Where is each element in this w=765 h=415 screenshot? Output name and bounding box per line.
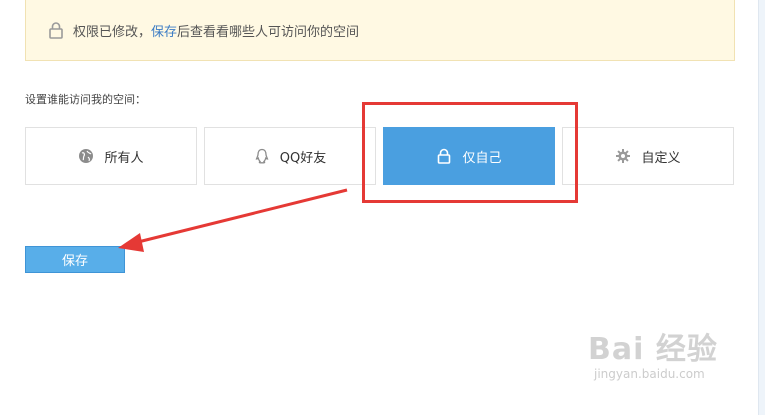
save-button[interactable]: 保存: [25, 246, 125, 273]
option-label: 所有人: [104, 150, 144, 166]
qq-penguin-icon: [255, 148, 269, 164]
option-label: 自定义: [641, 150, 681, 166]
notice-prefix: 权限已修改，: [73, 24, 152, 40]
option-label: QQ好友: [279, 150, 327, 166]
gear-icon: [616, 149, 631, 163]
lock-icon: [438, 148, 451, 164]
option-everyone[interactable]: 所有人: [25, 127, 197, 185]
section-label: 设置谁能访问我的空间：: [25, 93, 146, 106]
notice-save-link[interactable]: 保存: [151, 21, 177, 40]
notice-banner: 权限已修改， 保存 后查看看哪些人可访问你的空间: [25, 0, 735, 61]
baidu-jingyan-watermark: Bai 经验 jingyan.baidu.com: [588, 333, 738, 403]
option-qq-friends[interactable]: QQ好友: [204, 127, 376, 185]
notice-suffix: 后查看看哪些人可访问你的空间: [177, 24, 360, 40]
watermark-main: Bai 经验: [588, 332, 718, 367]
option-label: 仅自己: [462, 150, 502, 166]
globe-icon: [79, 149, 94, 163]
scrollbar-track[interactable]: [758, 0, 765, 415]
watermark-sub: jingyan.baidu.com: [594, 367, 705, 381]
privacy-settings-page: 权限已修改， 保存 后查看看哪些人可访问你的空间 设置谁能访问我的空间： 所有人 Q…: [0, 0, 765, 415]
option-custom[interactable]: 自定义: [562, 127, 734, 185]
lock-icon: [49, 22, 63, 39]
option-only-me[interactable]: 仅自己: [383, 127, 555, 185]
